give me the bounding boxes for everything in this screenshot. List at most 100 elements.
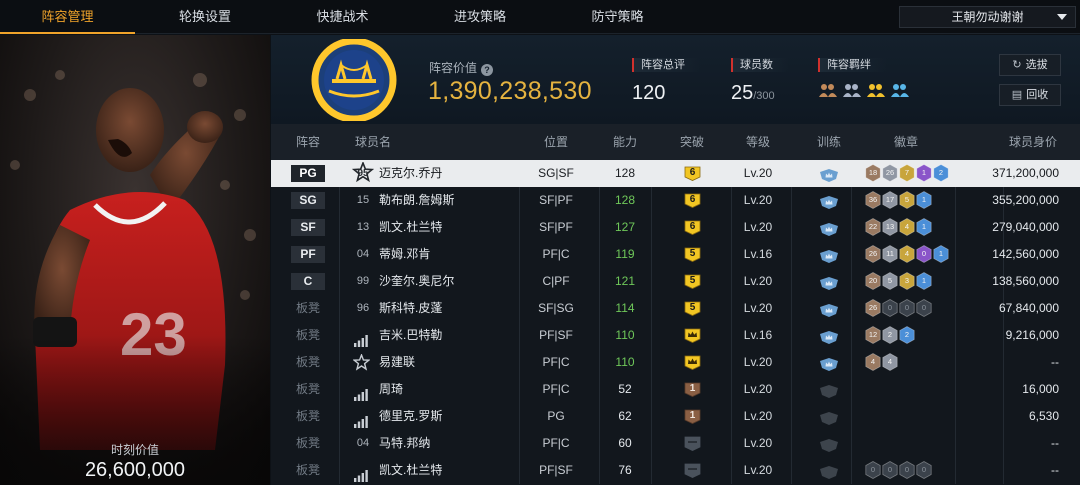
bond-group-silver-icon[interactable] (842, 82, 862, 98)
table-row[interactable]: C 99 沙奎尔.奥尼尔 C|PF 121 5 Lv.20 20 5 3 1 138,560,000 (271, 268, 1080, 295)
badge-hex-bronze[interactable]: 26 (865, 245, 881, 263)
badge-hex-silver[interactable]: 26 (882, 164, 898, 182)
position-slot-badge[interactable]: SF (291, 219, 325, 236)
badge-hex-grey[interactable]: 0 (899, 299, 915, 317)
tab-offense-strategy[interactable]: 进攻策略 (410, 0, 550, 34)
player-name[interactable]: 沙奎尔.奥尼尔 (379, 268, 454, 295)
training-empty-icon[interactable] (819, 463, 839, 479)
tab-quick-tactics[interactable]: 快捷战术 (275, 0, 410, 34)
badge-hex-blue[interactable]: 1 (916, 218, 932, 236)
badge-hex-blue[interactable]: 2 (933, 164, 949, 182)
select-button[interactable]: ↻ 选拔 (999, 54, 1061, 76)
player-name[interactable]: 蒂姆.邓肯 (379, 241, 430, 268)
badge-hex-blue[interactable]: 1 (916, 272, 932, 290)
badge-hex-silver[interactable]: 4 (882, 353, 898, 371)
badge-hex-bronze[interactable]: 22 (865, 218, 881, 236)
signal-bars-icon (354, 465, 368, 485)
team-select-dropdown[interactable]: 王朝勿动谢谢 (899, 6, 1076, 28)
player-name[interactable]: 吉米.巴特勒 (379, 322, 442, 349)
training-crown-icon[interactable] (819, 328, 839, 344)
table-row[interactable]: 板凳 德里克.罗斯 PG 62 1 Lv.20 6,530 (271, 403, 1080, 430)
player-ability: 114 (615, 301, 635, 315)
badge-hex-gold[interactable]: 4 (899, 245, 915, 263)
position-slot-badge[interactable]: PF (291, 246, 325, 263)
player-level: Lv.20 (743, 355, 773, 369)
player-name[interactable]: 周琦 (379, 376, 403, 403)
badge-hex-blue[interactable]: 1 (916, 191, 932, 209)
badge-hex-bronze[interactable]: 20 (865, 272, 881, 290)
training-empty-icon[interactable] (819, 409, 839, 425)
badge-hex-purple[interactable]: 0 (916, 245, 932, 263)
table-row[interactable]: 板凳 吉米.巴特勒 PF|SF 110 Lv.16 12 2 2 9,216,000 (271, 322, 1080, 349)
badge-hex-bronze[interactable]: 12 (865, 326, 881, 344)
table-row[interactable]: PF 04 蒂姆.邓肯 PF|C 119 5 Lv.16 26 11 4 0 1 142,560,000 (271, 241, 1080, 268)
help-icon[interactable]: ? (481, 64, 494, 76)
training-crown-icon[interactable] (819, 220, 839, 236)
table-row[interactable]: SF 13 凯文.杜兰特 SF|PF 127 6 Lv.20 22 13 4 1 279,040,00… (271, 214, 1080, 241)
training-empty-icon[interactable] (819, 436, 839, 452)
badge-hex-grey[interactable]: 0 (916, 461, 932, 479)
training-crown-icon[interactable] (819, 355, 839, 371)
table-row[interactable]: SG 15 勒布朗.詹姆斯 SF|PF 128 6 Lv.20 36 17 5 1 355,200,0… (271, 187, 1080, 214)
tab-rotation-settings[interactable]: 轮换设置 (135, 0, 275, 34)
player-name[interactable]: 勒布朗.詹姆斯 (379, 187, 454, 214)
player-name[interactable]: 迈克尔.乔丹 (379, 160, 442, 187)
lineup-rating-label: 阵容总评 (632, 58, 701, 72)
badge-hex-purple[interactable]: 1 (916, 164, 932, 182)
badge-hex-grey[interactable]: 0 (865, 461, 881, 479)
position-slot-badge[interactable]: C (291, 273, 325, 290)
badge-hex-gold[interactable]: 7 (899, 164, 915, 182)
training-crown-icon[interactable] (819, 193, 839, 209)
table-row[interactable]: 板凳 周琦 PF|C 52 1 Lv.20 16,000 (271, 376, 1080, 403)
badge-hex-gold[interactable]: 4 (899, 218, 915, 236)
badge-hex-bronze[interactable]: 4 (865, 353, 881, 371)
badge-hex-grey[interactable]: 0 (916, 299, 932, 317)
table-row[interactable]: 板凳 凯文.杜兰特 PF|SF 76 Lv.20 0 0 0 0 -- (271, 457, 1080, 484)
tab-defense-strategy[interactable]: 防守策略 (550, 0, 685, 34)
badge-hex-bronze[interactable]: 26 (865, 299, 881, 317)
player-worth: 138,560,000 (992, 274, 1059, 288)
badge-hex-bronze[interactable]: 36 (865, 191, 881, 209)
player-name[interactable]: 斯科特.皮蓬 (379, 295, 442, 322)
table-row[interactable]: 板凳 96 斯科特.皮蓬 SF|SG 114 5 Lv.20 26 0 0 0 67,840,000 (271, 295, 1080, 322)
training-crown-icon[interactable] (819, 301, 839, 317)
table-row[interactable]: PG 95 迈克尔.乔丹 SG|SF 128 6 Lv.20 18 26 7 1 2 371,200,0… (271, 160, 1080, 187)
badge-hex-silver[interactable]: 13 (882, 218, 898, 236)
training-crown-icon[interactable] (819, 247, 839, 263)
table-row[interactable]: 板凳 易建联 PF|C 110 Lv.20 4 4 -- (271, 349, 1080, 376)
badge-hex-bronze[interactable]: 18 (865, 164, 881, 182)
training-crown-icon[interactable] (819, 274, 839, 290)
badge-hex-grey[interactable]: 0 (899, 461, 915, 479)
bench-slot-label: 板凳 (295, 409, 320, 423)
badge-hex-silver[interactable]: 2 (882, 326, 898, 344)
badge-hex-gold[interactable]: 3 (899, 272, 915, 290)
column-divider (955, 349, 956, 376)
badge-hex-grey[interactable]: 0 (882, 461, 898, 479)
training-empty-icon[interactable] (819, 382, 839, 398)
position-slot-badge[interactable]: PG (291, 165, 325, 182)
column-divider (791, 268, 792, 295)
badge-hex-blue[interactable]: 2 (899, 326, 915, 344)
bond-group-blue-icon[interactable] (890, 82, 910, 98)
player-name[interactable]: 德里克.罗斯 (379, 403, 442, 430)
badge-hex-grey[interactable]: 0 (882, 299, 898, 317)
tab-lineup-management[interactable]: 阵容管理 (0, 0, 135, 34)
player-ability: 52 (618, 382, 632, 396)
position-slot-badge[interactable]: SG (291, 192, 325, 209)
player-name[interactable]: 凯文.杜兰特 (379, 457, 442, 484)
table-row[interactable]: 板凳 04 马特.邦纳 PF|C 60 Lv.20 -- (271, 430, 1080, 457)
jersey-number: 04 (356, 437, 370, 449)
player-name[interactable]: 凯文.杜兰特 (379, 214, 442, 241)
player-name[interactable]: 马特.邦纳 (379, 430, 430, 457)
bond-group-gold-icon[interactable] (866, 82, 886, 98)
badge-hex-gold[interactable]: 5 (899, 191, 915, 209)
bond-group-bronze-icon[interactable] (818, 82, 838, 98)
recycle-button[interactable]: ▤ 回收 (999, 84, 1061, 106)
player-name[interactable]: 易建联 (379, 349, 415, 376)
training-crown-icon[interactable] (819, 166, 839, 182)
badge-hex-silver[interactable]: 5 (882, 272, 898, 290)
badge-hex-silver[interactable]: 17 (882, 191, 898, 209)
lineup-bond-label: 阵容羁绊 (818, 58, 887, 72)
badge-hex-blue[interactable]: 1 (933, 245, 949, 263)
badge-hex-silver[interactable]: 11 (882, 245, 898, 263)
